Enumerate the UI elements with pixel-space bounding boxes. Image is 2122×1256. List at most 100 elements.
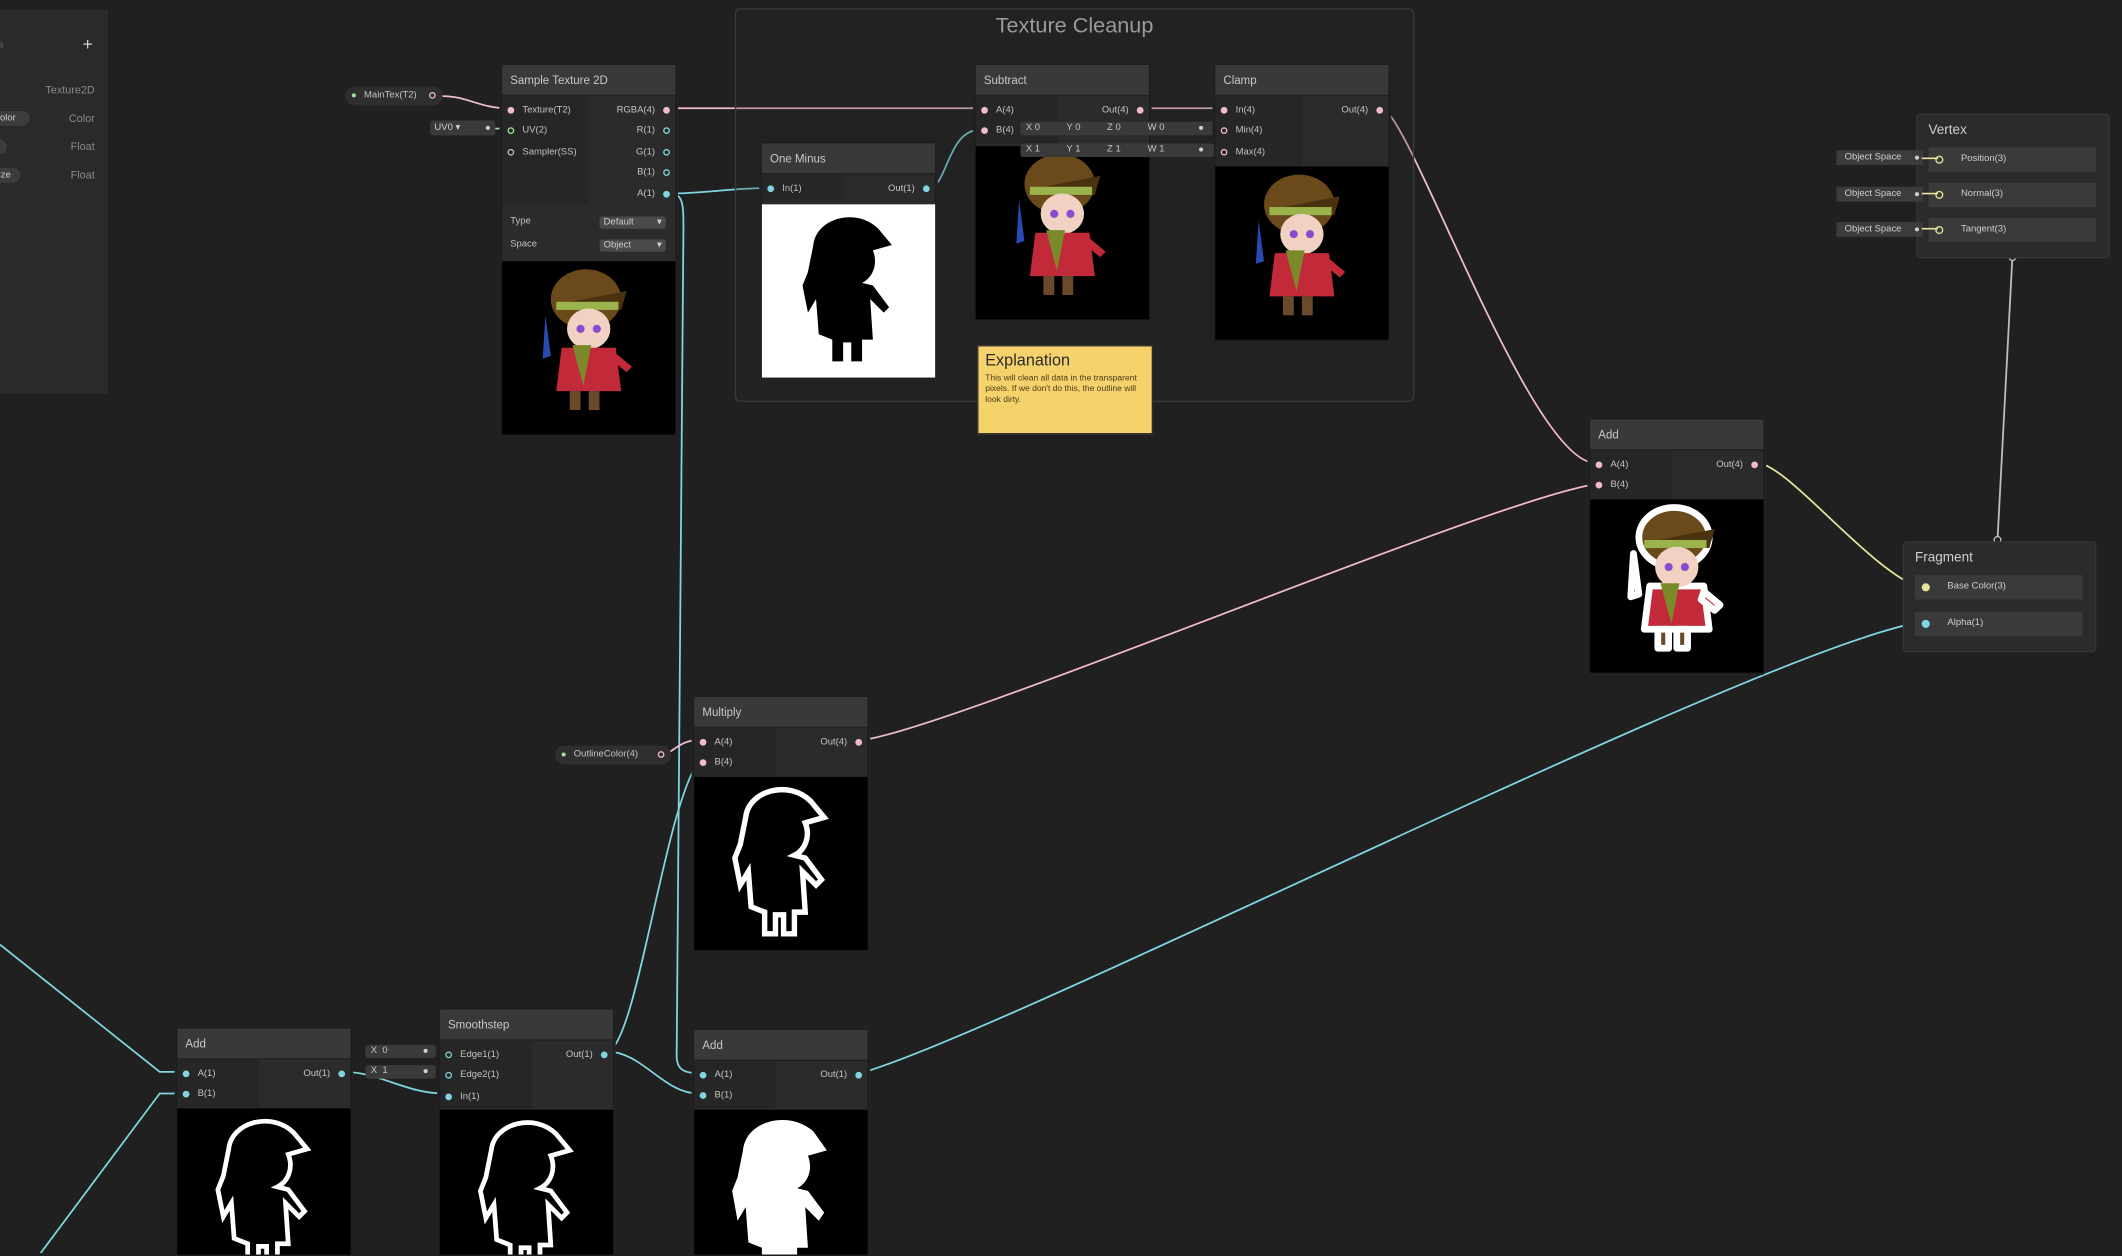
blackboard-row[interactable]: Float xyxy=(0,138,108,157)
node-title[interactable]: Clamp xyxy=(1215,64,1389,97)
subtract-b-vector-field[interactable]: X 0 Y 0 Z 0 W 0 xyxy=(1020,121,1214,136)
vertex-context[interactable]: Vertex Position(3) Normal(3) Tangent(3) xyxy=(1916,113,2110,259)
field-x[interactable]: X 1 xyxy=(371,1065,388,1079)
subtract-node[interactable]: Subtract A(4) B(4) Out(4) xyxy=(974,63,1151,321)
field-w[interactable]: W 1 xyxy=(1148,143,1165,157)
input-port-b[interactable]: B(1) xyxy=(699,1088,732,1104)
output-port-out[interactable]: Out(4) xyxy=(1102,103,1144,119)
output-port-out[interactable]: Out(1) xyxy=(888,181,930,197)
vertex-block-normal[interactable]: Normal(3) xyxy=(1928,182,2097,208)
input-port-b[interactable]: B(4) xyxy=(1595,478,1628,494)
input-port-in[interactable]: In(1) xyxy=(767,181,802,197)
fragment-block-base-color[interactable]: Base Color(3) xyxy=(1914,575,2083,600)
fragment-context[interactable]: Fragment Base Color(3) Alpha(1) xyxy=(1902,541,2097,653)
input-port-a[interactable]: A(1) xyxy=(182,1066,215,1082)
field-y[interactable]: Y 0 xyxy=(1066,122,1080,136)
blackboard-row[interactable]: olor Color xyxy=(0,110,108,129)
explanation-sticky-note[interactable]: Explanation This will clean all data in … xyxy=(977,345,1154,435)
clamp-max-vector-field[interactable]: X 1 Y 1 Z 1 W 1 xyxy=(1020,143,1214,157)
field-x[interactable]: X 0 xyxy=(371,1045,388,1059)
blackboard-row[interactable]: Texture2D xyxy=(0,81,108,100)
input-port-in[interactable]: In(1) xyxy=(445,1089,480,1105)
wire-offscreen-a xyxy=(0,943,182,1073)
outlined-character-preview-icon xyxy=(1627,504,1724,652)
fragment-block-alpha[interactable]: Alpha(1) xyxy=(1914,611,2083,637)
input-port-b[interactable]: B(4) xyxy=(699,755,732,771)
blackboard-row-name[interactable] xyxy=(0,139,7,155)
input-port-b[interactable]: B(1) xyxy=(182,1087,215,1103)
input-port-a[interactable]: A(4) xyxy=(699,735,732,751)
input-port-sampler[interactable]: Sampler(SS) xyxy=(507,145,577,161)
note-body[interactable]: This will clean all data in the transpar… xyxy=(985,374,1142,406)
group-title[interactable]: Texture Cleanup xyxy=(736,15,1413,39)
uv-dropdown[interactable]: UV0 ▾ xyxy=(434,122,460,132)
output-port-out[interactable]: Out(4) xyxy=(1341,103,1384,119)
output-port-b[interactable]: B(1) xyxy=(637,165,670,181)
input-port-min[interactable]: Min(4) xyxy=(1220,123,1262,139)
output-port-out[interactable]: Out(4) xyxy=(820,735,863,751)
field-x[interactable]: X 1 xyxy=(1026,143,1040,157)
node-title[interactable]: Subtract xyxy=(975,64,1149,97)
edge1-field[interactable]: X 0 xyxy=(365,1044,436,1059)
node-title[interactable]: Smoothstep xyxy=(439,1009,614,1041)
maintex-property-node[interactable]: MainTex(T2) xyxy=(345,86,443,106)
uv-inline-field[interactable]: UV0 ▾ xyxy=(430,120,496,136)
input-port-edge2[interactable]: Edge2(1) xyxy=(445,1068,499,1084)
clamp-node[interactable]: Clamp In(4) Min(4) Max(4) Out(4) xyxy=(1213,63,1390,342)
field-z[interactable]: Z 0 xyxy=(1107,122,1121,136)
space-dropdown[interactable]: Object xyxy=(599,239,666,252)
type-dropdown[interactable]: Default xyxy=(599,216,666,229)
note-title[interactable]: Explanation xyxy=(985,351,1070,370)
position-space-field[interactable]: Object Space xyxy=(1836,150,1924,166)
edge2-field[interactable]: X 1 xyxy=(365,1065,436,1079)
output-port-r[interactable]: R(1) xyxy=(637,123,670,139)
tangent-space-field[interactable]: Object Space xyxy=(1836,221,1924,237)
vertex-title[interactable]: Vertex xyxy=(1928,123,1966,138)
node-title[interactable]: Add xyxy=(177,1028,351,1060)
input-port-edge1[interactable]: Edge1(1) xyxy=(445,1047,499,1063)
input-port-a[interactable]: A(4) xyxy=(1595,457,1628,473)
input-port-a[interactable]: A(1) xyxy=(699,1068,732,1084)
output-port-rgba[interactable]: RGBA(4) xyxy=(617,103,670,119)
add-alpha-node[interactable]: Add A(1) B(1) Out(1) xyxy=(692,1028,869,1256)
multiply-node[interactable]: Multiply A(4) B(4) Out(4) xyxy=(692,695,869,952)
blackboard-row-name[interactable]: olor xyxy=(0,110,30,126)
output-port-out[interactable]: Out(1) xyxy=(820,1068,863,1084)
output-port-out[interactable]: Out(1) xyxy=(566,1047,608,1063)
output-port-a[interactable]: A(1) xyxy=(637,187,670,203)
input-port-texture[interactable]: Texture(T2) xyxy=(507,103,571,119)
smoothstep-node[interactable]: Smoothstep Edge1(1) Edge2(1) In(1) Out(1… xyxy=(438,1008,615,1256)
input-port-a[interactable]: A(4) xyxy=(981,103,1014,119)
input-port-uv[interactable]: UV(2) xyxy=(507,123,547,139)
output-port-g[interactable]: G(1) xyxy=(636,145,670,161)
blackboard-row[interactable]: ize Float xyxy=(0,166,108,185)
subtract-preview xyxy=(975,146,1149,320)
node-title[interactable]: Sample Texture 2D xyxy=(502,64,676,97)
add-color-node[interactable]: Add A(4) B(4) Out(4) xyxy=(1588,418,1765,674)
field-x[interactable]: X 0 xyxy=(1026,122,1040,136)
node-title[interactable]: Add xyxy=(694,1029,868,1062)
fragment-title[interactable]: Fragment xyxy=(1915,551,1973,566)
one-minus-node[interactable]: One Minus In(1) Out(1) xyxy=(760,142,937,379)
normal-space-field[interactable]: Object Space xyxy=(1836,186,1924,202)
blackboard-add-button[interactable]: + xyxy=(83,34,93,54)
input-port-max[interactable]: Max(4) xyxy=(1220,145,1265,161)
add-threshold-node[interactable]: Add A(1) B(1) Out(1) xyxy=(175,1027,352,1256)
field-z[interactable]: Z 1 xyxy=(1107,143,1121,157)
vertex-block-tangent[interactable]: Tangent(3) xyxy=(1928,217,2097,243)
node-title[interactable]: One Minus xyxy=(761,143,936,175)
blackboard-row-name[interactable]: ize xyxy=(0,167,21,183)
output-port-out[interactable]: Out(1) xyxy=(303,1066,346,1082)
input-port-in[interactable]: In(4) xyxy=(1220,103,1255,119)
output-port-out[interactable]: Out(4) xyxy=(1716,457,1758,473)
field-w[interactable]: W 0 xyxy=(1148,122,1165,136)
port-icon[interactable] xyxy=(429,92,436,99)
sample-texture-2d-node[interactable]: Sample Texture 2D Texture(T2) UV(2) Samp… xyxy=(500,63,677,436)
input-port-b[interactable]: B(4) xyxy=(981,123,1014,139)
port-icon[interactable] xyxy=(657,751,665,758)
node-title[interactable]: Multiply xyxy=(694,696,868,729)
node-title[interactable]: Add xyxy=(1590,419,1764,451)
vertex-block-position[interactable]: Position(3) xyxy=(1928,147,2097,172)
field-y[interactable]: Y 1 xyxy=(1066,143,1080,157)
outlinecolor-property-node[interactable]: OutlineColor(4) xyxy=(554,745,672,765)
